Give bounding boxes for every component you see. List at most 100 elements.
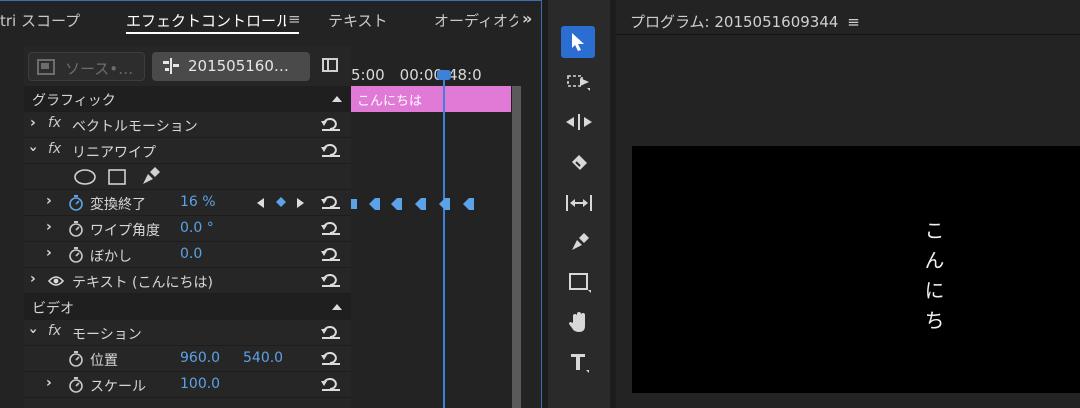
razor-tool[interactable] [561, 146, 595, 178]
row-label: 位置 [90, 353, 118, 369]
stopwatch-icon[interactable] [68, 247, 84, 263]
tab-audio[interactable]: オーディオク [434, 10, 518, 31]
collapse-up-icon[interactable] [332, 96, 342, 102]
reset-icon[interactable] [321, 377, 341, 391]
position-y-value[interactable]: 540.0 [243, 350, 283, 366]
tab-text[interactable]: テキスト [328, 10, 408, 31]
chevron-down-icon[interactable]: › [25, 328, 41, 334]
ellipse-mask-icon[interactable] [74, 169, 96, 185]
panel-menu-icon[interactable]: ≡ [288, 10, 301, 28]
program-menu-icon[interactable]: ≡ [847, 13, 860, 31]
row-position[interactable]: 位置 960.0 540.0 [24, 346, 351, 372]
rectangle-tool[interactable] [561, 266, 595, 298]
reset-icon[interactable] [321, 247, 341, 261]
collapse-up-icon[interactable] [332, 304, 342, 310]
position-x-value[interactable]: 960.0 [180, 350, 220, 366]
playhead-line[interactable] [443, 72, 445, 408]
slip-tool[interactable] [561, 186, 595, 218]
chevron-right-icon[interactable]: › [30, 271, 36, 287]
chevron-right-icon[interactable]: › [46, 219, 52, 235]
clip-selector[interactable]: 201505160… [152, 52, 310, 81]
track-select-icon [567, 75, 590, 91]
reset-icon[interactable] [321, 195, 341, 209]
slip-icon [566, 195, 592, 211]
section-video[interactable]: ビデオ [24, 294, 351, 320]
row-feather[interactable]: › ぼかし 0.0 [24, 242, 351, 268]
stopwatch-icon[interactable] [68, 221, 84, 237]
transition-completion-value[interactable]: 16 % [180, 194, 216, 210]
rectangle-mask-icon[interactable] [108, 169, 126, 185]
next-keyframe-icon[interactable] [297, 198, 305, 208]
row-vector-motion[interactable]: › fx ベクトルモーション [24, 112, 351, 138]
section-graphic-label: グラフィック [32, 93, 116, 109]
fx-icon[interactable]: fx [48, 323, 61, 339]
program-video-frame[interactable] [632, 146, 1080, 393]
tab-lumetri-scopes[interactable]: tri スコープ [0, 10, 112, 31]
row-scale[interactable]: › スケール 100.0 [24, 372, 351, 398]
section-video-label: ビデオ [32, 301, 74, 317]
timeline-scrollbar[interactable] [512, 86, 521, 408]
row-label: モーション [72, 327, 142, 343]
selection-arrow-icon [572, 33, 584, 51]
keyframe-marker[interactable] [462, 198, 474, 210]
stopwatch-icon[interactable] [68, 377, 84, 393]
reset-icon[interactable] [321, 273, 341, 287]
prev-keyframe-icon[interactable] [257, 198, 265, 208]
row-linear-wipe[interactable]: › fx リニアワイプ [24, 138, 351, 164]
stopwatch-icon[interactable] [68, 351, 84, 367]
hand-icon [569, 312, 585, 332]
reset-icon[interactable] [321, 117, 341, 131]
row-transition-completion[interactable]: › 変換終了 16 % [24, 190, 351, 216]
timeline-ruler[interactable]: 5:00 00:00:48:0 [351, 64, 513, 86]
row-text-layer[interactable]: › テキスト (こんにちは) [24, 268, 351, 294]
hand-tool[interactable] [561, 306, 595, 338]
chevron-right-icon[interactable]: › [30, 115, 36, 131]
fx-icon[interactable]: fx [48, 115, 61, 131]
toggle-timeline-icon[interactable] [322, 58, 338, 72]
reset-icon[interactable] [321, 143, 341, 157]
pen-icon [572, 233, 589, 250]
chevron-right-icon[interactable]: › [46, 375, 52, 391]
source-selector[interactable]: ソース•… [28, 52, 145, 81]
keyframe-marker[interactable] [438, 198, 450, 210]
tab-effect-controls[interactable]: エフェクトコントロール [126, 10, 286, 31]
keyframe-marker[interactable] [368, 198, 380, 210]
reset-icon[interactable] [321, 325, 341, 339]
row-motion[interactable]: › fx モーション [24, 320, 351, 346]
source-icon [37, 59, 55, 75]
ripple-edit-tool[interactable] [561, 106, 595, 138]
timeline-clip[interactable]: こんにちは [351, 86, 511, 112]
wipe-angle-value[interactable]: 0.0 ° [180, 220, 214, 236]
reset-icon[interactable] [321, 351, 341, 365]
track-select-tool[interactable] [561, 66, 595, 98]
pen-mask-icon[interactable] [140, 167, 160, 187]
row-label: テキスト (こんにちは) [72, 275, 213, 291]
row-label: ぼかし [90, 249, 132, 265]
feather-value[interactable]: 0.0 [180, 246, 202, 262]
pen-tool[interactable] [561, 226, 595, 258]
rectangle-icon [569, 273, 591, 293]
chevron-down-icon[interactable]: › [25, 146, 41, 152]
eye-icon[interactable] [48, 275, 64, 287]
row-label: 変換終了 [90, 197, 146, 213]
scale-value[interactable]: 100.0 [180, 376, 220, 392]
selection-tool[interactable] [561, 26, 595, 58]
keyframe-marker[interactable] [350, 198, 362, 210]
chevron-right-icon[interactable]: › [46, 245, 52, 261]
chevron-right-icon[interactable]: › [46, 193, 52, 209]
source-selector-label: ソース•… [65, 60, 134, 78]
reset-icon[interactable] [321, 221, 341, 235]
more-tabs-icon[interactable]: » [522, 9, 532, 28]
keyframe-marker[interactable] [414, 198, 426, 210]
fx-icon[interactable]: fx [48, 141, 61, 157]
program-monitor-title[interactable]: プログラム: 2015051609344 ≡ [630, 11, 860, 32]
keyframe-marker[interactable] [390, 198, 402, 210]
stopwatch-active-icon[interactable] [68, 195, 84, 211]
add-keyframe-icon[interactable] [276, 197, 286, 207]
row-label: ワイプ角度 [90, 223, 160, 239]
section-graphic[interactable]: グラフィック [24, 86, 351, 112]
type-tool[interactable] [561, 346, 595, 378]
row-wipe-angle[interactable]: › ワイプ角度 0.0 ° [24, 216, 351, 242]
ripple-edit-icon [566, 114, 592, 130]
type-icon [571, 354, 589, 373]
